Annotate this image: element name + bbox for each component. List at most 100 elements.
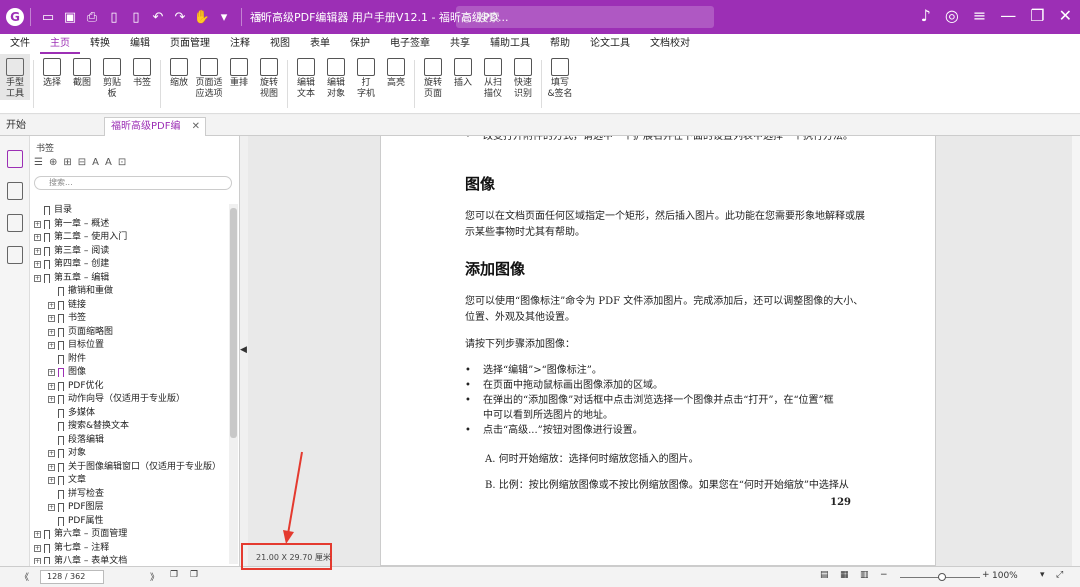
bookmark-item[interactable]: + 目标位置	[30, 339, 228, 353]
ribbon-button[interactable]: 快速 识别	[508, 54, 538, 100]
bookmark-item[interactable]: 搜索&替换文本	[30, 420, 228, 434]
bell-icon[interactable]: ♪	[921, 6, 931, 25]
new-document-icon[interactable]: ▯	[125, 6, 147, 28]
page-number-input[interactable]: 128 / 362	[40, 570, 104, 584]
bookmark-item[interactable]: + 图像	[30, 366, 228, 380]
restore-icon[interactable]: ❐	[1030, 6, 1044, 25]
ribbon-button[interactable]: 从扫 描仪	[478, 54, 508, 100]
ribbon-button[interactable]: 截图	[67, 54, 97, 89]
bookmark-item[interactable]: + 文章	[30, 474, 228, 488]
bookmark-item[interactable]: + 第二章 – 使用入门	[30, 231, 228, 245]
bookmark-item[interactable]: 撤销和重做	[30, 285, 228, 299]
ribbon-button[interactable]: 选择	[37, 54, 67, 89]
view-icon[interactable]: ❐	[170, 570, 178, 580]
menu-item[interactable]: 转换	[80, 34, 120, 54]
zoom-level[interactable]: 100%	[992, 571, 1018, 581]
ribbon-button[interactable]: 旋转 页面	[418, 54, 448, 100]
ribbon-button[interactable]: 编辑 对象	[321, 54, 351, 100]
ribbon-button[interactable]: 旋转 视图	[254, 54, 284, 100]
bookmark-item[interactable]: + 第五章 – 编辑	[30, 272, 228, 286]
zoom-out-icon[interactable]: −	[880, 570, 888, 580]
bookmark-item[interactable]: 段落编辑	[30, 434, 228, 448]
close-icon[interactable]: ✕	[1059, 6, 1072, 25]
add-child-bookmark-icon[interactable]: ⊞	[63, 157, 71, 168]
expand-icon[interactable]: +	[34, 261, 41, 268]
expand-icon[interactable]: +	[48, 504, 55, 511]
bookmark-item[interactable]: + 链接	[30, 299, 228, 313]
bookmark-item[interactable]: + 第四章 – 创建	[30, 258, 228, 272]
tab-document[interactable]: 福昕高级PDF编辑... ✕	[104, 117, 206, 150]
user-icon[interactable]: ◎	[945, 6, 959, 25]
expand-icon[interactable]: +	[48, 328, 55, 336]
expand-icon[interactable]: +	[48, 396, 55, 403]
minimize-icon[interactable]: —	[1000, 6, 1016, 25]
ribbon-button[interactable]: 填写 &签名	[545, 54, 575, 100]
next-page-icon[interactable]: 》	[150, 570, 159, 583]
expand-icon[interactable]: +	[34, 247, 41, 255]
add-bookmark-icon[interactable]: ⊕	[49, 157, 57, 168]
menu-item[interactable]: 帮助	[540, 34, 580, 54]
expand-icon[interactable]: +	[48, 463, 55, 471]
bookmark-item[interactable]: PDF属性	[30, 515, 228, 529]
menu-item[interactable]: 辅助工具	[480, 34, 540, 54]
menu-item[interactable]: 编辑	[120, 34, 160, 54]
continuous-page-icon[interactable]: ▦	[840, 570, 849, 580]
expand-icon[interactable]: +	[48, 301, 55, 309]
expand-bookmark-icon[interactable]: ⊡	[118, 157, 126, 168]
redo-icon[interactable]: ↷	[169, 6, 191, 28]
bookmark-item[interactable]: + 第三章 – 阅读	[30, 245, 228, 259]
save-icon[interactable]: ▣	[59, 6, 81, 28]
ribbon-button[interactable]: 手型 工具	[0, 54, 30, 100]
expand-icon[interactable]: +	[34, 544, 41, 552]
ribbon-button[interactable]: 剪贴板	[97, 54, 127, 100]
menu-item[interactable]: 表单	[300, 34, 340, 54]
pages-panel-icon[interactable]	[6, 182, 23, 200]
more-icon[interactable]: ≡	[973, 6, 986, 25]
bookmark-item[interactable]: + 第一章 – 概述	[30, 218, 228, 232]
delete-bookmark-icon[interactable]: ⊟	[78, 157, 86, 168]
expand-icon[interactable]: +	[48, 369, 55, 376]
expand-icon[interactable]: +	[34, 220, 41, 228]
menu-item[interactable]: 保护	[340, 34, 380, 54]
bookmark-item[interactable]: + 页面缩略图	[30, 326, 228, 340]
font-smaller-icon[interactable]: A	[105, 157, 112, 168]
close-icon[interactable]: ✕	[192, 118, 200, 136]
zoom-slider-knob[interactable]	[938, 573, 946, 581]
expand-icon[interactable]: +	[48, 342, 55, 349]
bookmark-item[interactable]: + 动作向导（仅适用于专业版）	[30, 393, 228, 407]
bookmark-item[interactable]: 拼写检查	[30, 488, 228, 502]
prev-page-icon[interactable]: 《	[20, 570, 29, 583]
scrollbar-thumb[interactable]	[230, 208, 237, 438]
search-input[interactable]: ○ 搜索	[456, 6, 714, 28]
print-icon[interactable]: ⎙	[81, 6, 103, 28]
bookmark-item[interactable]: + 书签	[30, 312, 228, 326]
bookmark-item[interactable]: + 关于图像编辑窗口（仅适用于专业版）	[30, 461, 228, 475]
expand-icon[interactable]: +	[48, 382, 55, 390]
ribbon-button[interactable]: 编辑 文本	[291, 54, 321, 100]
comments-panel-icon[interactable]	[6, 214, 23, 232]
open-folder-icon[interactable]: ▭	[37, 6, 59, 28]
menu-item[interactable]: 共享	[440, 34, 480, 54]
ribbon-button[interactable]: 页面适 应选项	[194, 54, 224, 100]
bookmark-item[interactable]: + 第六章 – 页面管理	[30, 528, 228, 542]
attachments-panel-icon[interactable]	[6, 246, 23, 264]
undo-icon[interactable]: ↶	[147, 6, 169, 28]
expand-icon[interactable]: +	[48, 315, 55, 322]
ribbon-button[interactable]: 打字机	[351, 54, 381, 100]
list-icon[interactable]: ☰	[34, 157, 43, 168]
bookmark-item[interactable]: + PDF优化	[30, 380, 228, 394]
bookmark-item[interactable]: + 对象	[30, 447, 228, 461]
expand-icon[interactable]: +	[34, 531, 41, 538]
ribbon-button[interactable]: 插入	[448, 54, 478, 89]
menu-item[interactable]: 电子签章	[380, 34, 440, 54]
font-larger-icon[interactable]: A	[92, 157, 99, 168]
expand-icon[interactable]: +	[34, 234, 41, 241]
zoom-in-icon[interactable]: +	[982, 570, 990, 580]
chevron-down-icon[interactable]: ▾	[1040, 570, 1045, 580]
bookmark-item[interactable]: + PDF图层	[30, 501, 228, 515]
menu-item[interactable]: 文件	[0, 34, 40, 54]
menu-item[interactable]: 注释	[220, 34, 260, 54]
document-scrollbar[interactable]	[1072, 136, 1080, 566]
menu-item[interactable]: 页面管理	[160, 34, 220, 54]
expand-icon[interactable]: +	[48, 450, 55, 457]
